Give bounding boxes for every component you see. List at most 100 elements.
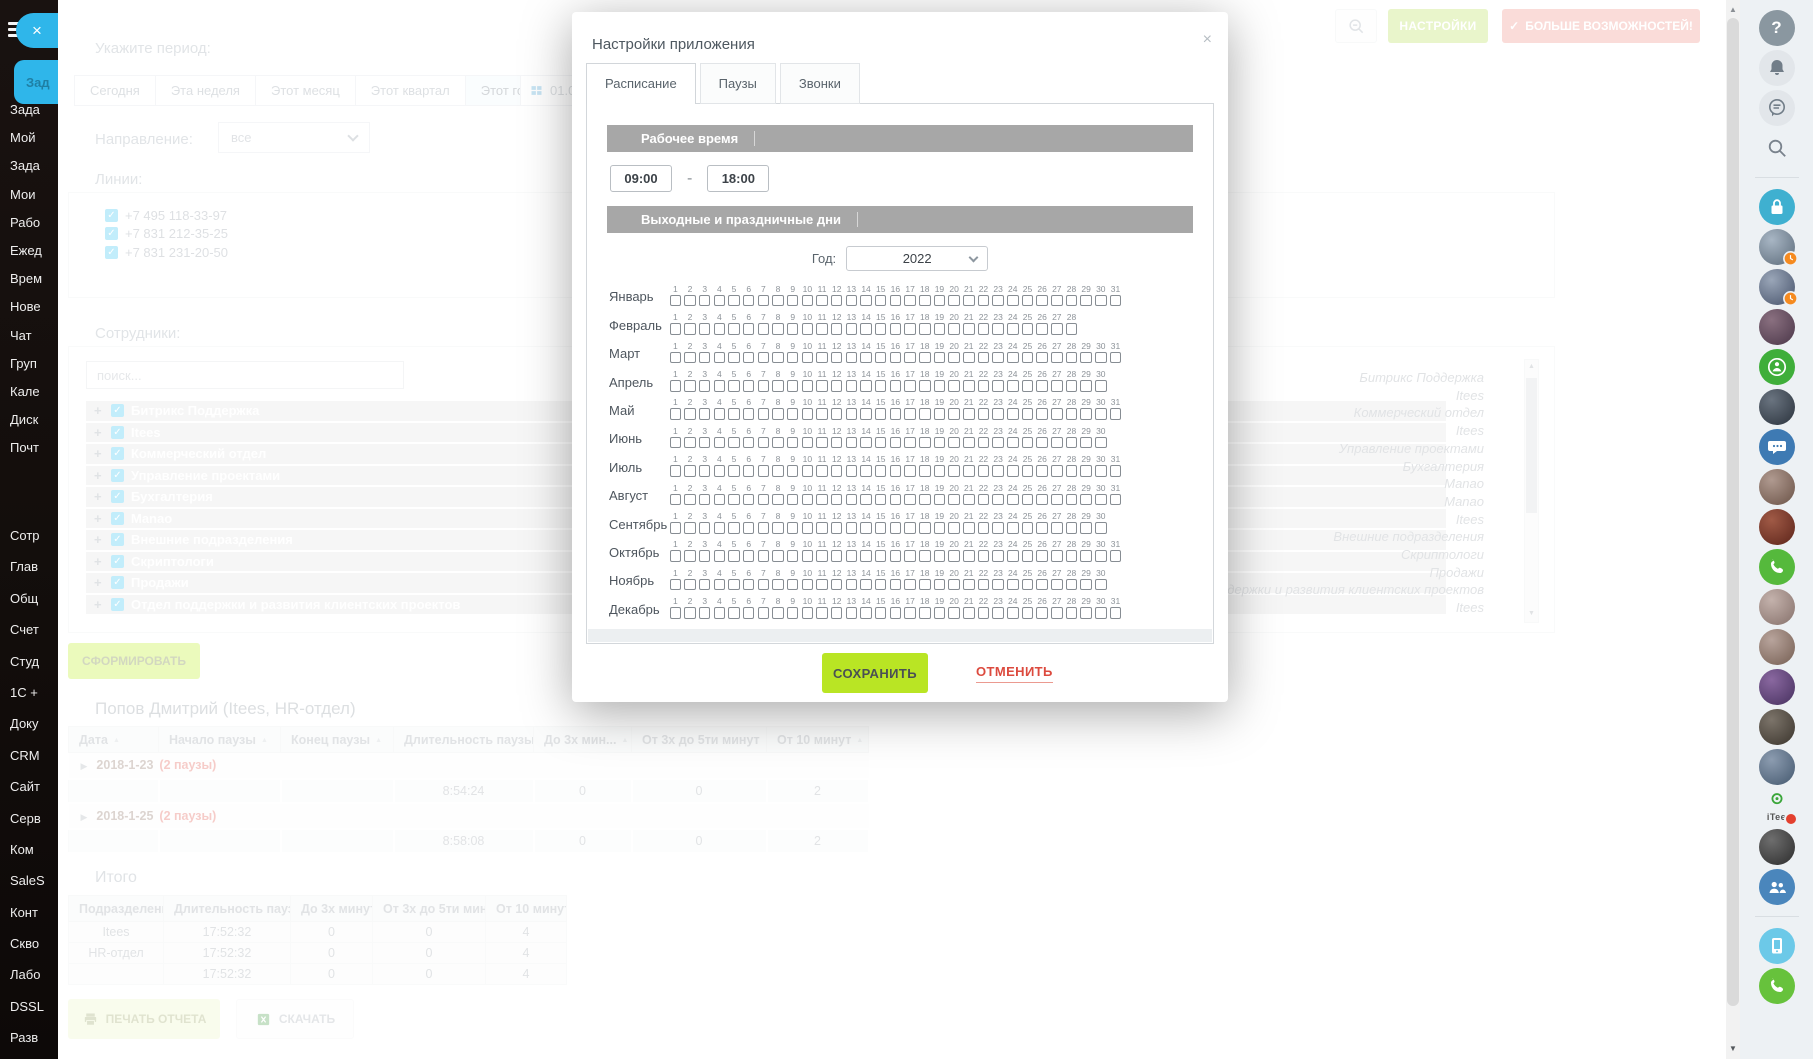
day-checkbox[interactable] [1109, 493, 1122, 506]
day-checkbox[interactable] [1095, 607, 1107, 619]
day-checkbox[interactable] [772, 351, 784, 364]
day-checkbox[interactable] [1065, 522, 1078, 534]
day-checkbox[interactable] [816, 380, 828, 392]
day-checkbox[interactable] [948, 380, 960, 392]
day-checkbox[interactable] [742, 522, 755, 534]
phone-icon[interactable] [1758, 968, 1795, 1004]
day-checkbox[interactable] [816, 578, 828, 591]
day-checkbox[interactable] [889, 550, 902, 562]
day-checkbox[interactable] [874, 522, 887, 534]
day-checkbox[interactable] [728, 323, 740, 335]
day-checkbox[interactable] [816, 323, 828, 335]
day-checkbox[interactable] [728, 465, 740, 477]
day-checkbox[interactable] [728, 408, 740, 420]
day-checkbox[interactable] [904, 380, 916, 392]
day-checkbox[interactable] [684, 550, 696, 562]
user-avatar[interactable] [1758, 589, 1795, 625]
day-checkbox[interactable] [919, 408, 931, 420]
day-checkbox[interactable] [992, 323, 1004, 335]
day-checkbox[interactable] [1021, 380, 1034, 392]
day-checkbox[interactable] [963, 408, 975, 420]
day-checkbox[interactable] [742, 550, 755, 562]
day-checkbox[interactable] [669, 294, 682, 307]
day-checkbox[interactable] [742, 436, 755, 449]
day-checkbox[interactable] [948, 294, 960, 307]
day-checkbox[interactable] [1007, 351, 1019, 364]
day-checkbox[interactable] [1007, 578, 1019, 591]
day-checkbox[interactable] [874, 380, 887, 392]
day-checkbox[interactable] [772, 408, 784, 420]
day-checkbox[interactable] [698, 436, 711, 449]
day-checkbox[interactable] [919, 493, 931, 506]
day-checkbox[interactable] [684, 323, 696, 335]
day-checkbox[interactable] [786, 578, 799, 591]
day-checkbox[interactable] [1036, 607, 1048, 619]
day-checkbox[interactable] [1036, 351, 1048, 364]
day-checkbox[interactable] [669, 607, 682, 619]
day-checkbox[interactable] [698, 465, 711, 477]
day-checkbox[interactable] [874, 351, 887, 364]
day-checkbox[interactable] [874, 550, 887, 562]
day-checkbox[interactable] [933, 550, 946, 562]
day-checkbox[interactable] [684, 408, 696, 420]
day-checkbox[interactable] [1109, 294, 1122, 307]
day-checkbox[interactable] [816, 351, 828, 364]
day-checkbox[interactable] [1080, 408, 1092, 420]
day-checkbox[interactable] [1065, 351, 1078, 364]
day-checkbox[interactable] [1036, 550, 1048, 562]
day-checkbox[interactable] [860, 351, 872, 364]
day-checkbox[interactable] [698, 578, 711, 591]
day-checkbox[interactable] [816, 294, 828, 307]
day-checkbox[interactable] [963, 380, 975, 392]
day-checkbox[interactable] [786, 550, 799, 562]
day-checkbox[interactable] [684, 380, 696, 392]
day-checkbox[interactable] [830, 436, 843, 449]
day-checkbox[interactable] [1036, 493, 1048, 506]
day-checkbox[interactable] [845, 351, 858, 364]
day-checkbox[interactable] [1021, 607, 1034, 619]
day-checkbox[interactable] [757, 465, 770, 477]
day-checkbox[interactable] [1007, 380, 1019, 392]
day-checkbox[interactable] [801, 607, 814, 619]
day-checkbox[interactable] [933, 294, 946, 307]
day-checkbox[interactable] [1065, 323, 1078, 335]
dialog-tab[interactable]: Звонки [779, 63, 860, 104]
day-checkbox[interactable] [1036, 465, 1048, 477]
day-checkbox[interactable] [772, 493, 784, 506]
day-checkbox[interactable] [684, 294, 696, 307]
day-checkbox[interactable] [669, 436, 682, 449]
day-checkbox[interactable] [977, 380, 990, 392]
day-checkbox[interactable] [1036, 436, 1048, 449]
day-checkbox[interactable] [860, 294, 872, 307]
day-checkbox[interactable] [1109, 351, 1122, 364]
day-checkbox[interactable] [919, 380, 931, 392]
day-checkbox[interactable] [992, 436, 1004, 449]
day-checkbox[interactable] [1051, 465, 1063, 477]
day-checkbox[interactable] [772, 465, 784, 477]
day-checkbox[interactable] [816, 493, 828, 506]
day-checkbox[interactable] [889, 465, 902, 477]
day-checkbox[interactable] [772, 294, 784, 307]
day-checkbox[interactable] [860, 522, 872, 534]
day-checkbox[interactable] [933, 380, 946, 392]
day-checkbox[interactable] [889, 351, 902, 364]
people-icon[interactable] [1758, 869, 1795, 905]
day-checkbox[interactable] [698, 607, 711, 619]
day-checkbox[interactable] [830, 578, 843, 591]
day-checkbox[interactable] [948, 522, 960, 534]
day-checkbox[interactable] [860, 550, 872, 562]
group-chat-icon[interactable] [1758, 429, 1795, 465]
day-checkbox[interactable] [772, 607, 784, 619]
day-checkbox[interactable] [1080, 351, 1092, 364]
day-checkbox[interactable] [816, 522, 828, 534]
day-checkbox[interactable] [992, 408, 1004, 420]
day-checkbox[interactable] [1065, 380, 1078, 392]
search-icon[interactable] [1759, 130, 1795, 166]
day-checkbox[interactable] [830, 380, 843, 392]
day-checkbox[interactable] [963, 607, 975, 619]
day-checkbox[interactable] [933, 465, 946, 477]
day-checkbox[interactable] [845, 550, 858, 562]
notifications-icon[interactable] [1758, 50, 1795, 86]
day-checkbox[interactable] [742, 578, 755, 591]
day-checkbox[interactable] [1109, 465, 1122, 477]
